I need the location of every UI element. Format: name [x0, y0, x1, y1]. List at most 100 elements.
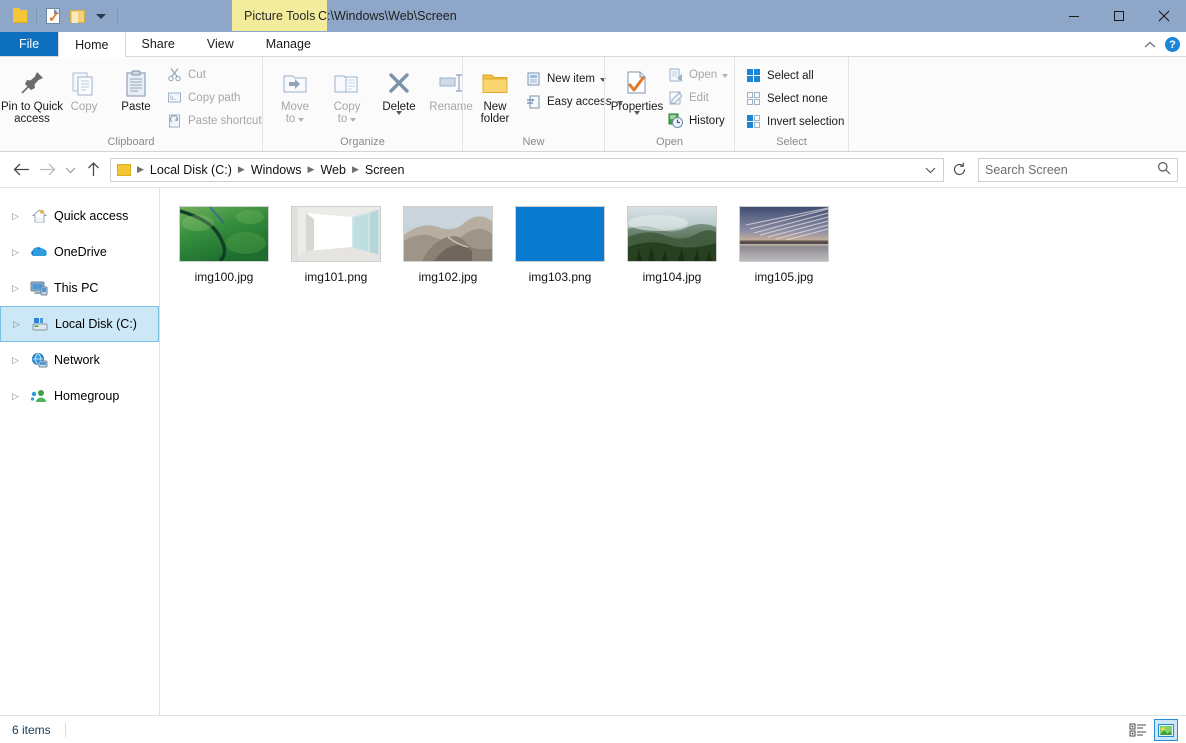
properties-icon[interactable]: ✓ [41, 4, 65, 28]
sidebar-item-this-pc[interactable]: ▷ This PC [0, 270, 159, 306]
expand-chevron-icon[interactable]: ▷ [12, 283, 24, 294]
help-icon[interactable]: ? [1165, 37, 1180, 52]
new-folder-button[interactable]: New folder [469, 62, 521, 127]
scissors-icon [166, 66, 183, 83]
tab-manage[interactable]: Manage [250, 32, 327, 56]
paste-shortcut-label: Paste shortcut [188, 115, 262, 127]
quick-access-toolbar: ✓ [0, 0, 122, 32]
copy-path-button[interactable]: \\.. Copy path [162, 87, 266, 108]
sidebar-label-homegroup: Homegroup [54, 389, 119, 403]
copy-to-button[interactable]: Copy to [321, 62, 373, 127]
move-to-button[interactable]: Move to [269, 62, 321, 127]
paste-shortcut-button[interactable]: Paste shortcut [162, 110, 266, 131]
new-item-icon [525, 70, 542, 87]
tab-share[interactable]: Share [126, 32, 191, 56]
copy-to-dropdown-icon[interactable] [350, 118, 356, 122]
select-none-button[interactable]: Select none [741, 88, 848, 109]
tab-file[interactable]: File [0, 32, 58, 56]
address-input[interactable]: ▶ Local Disk (C:) ▶ Windows ▶ Web ▶ Scre… [110, 158, 944, 182]
sidebar-item-network[interactable]: ▷ Network [0, 342, 159, 378]
sidebar-item-onedrive[interactable]: ▷ OneDrive [0, 234, 159, 270]
copy-to-label-1: Copy [334, 101, 361, 113]
pin-to-quick-access-button[interactable]: Pin to Quick access [6, 62, 58, 127]
history-icon [667, 112, 684, 129]
expand-chevron-icon[interactable]: ▷ [12, 247, 24, 258]
breadcrumb-item-3[interactable]: Screen [361, 163, 409, 177]
breadcrumb-item-0[interactable]: Local Disk (C:) [146, 163, 236, 177]
cloud-icon [30, 243, 48, 261]
up-button[interactable] [80, 157, 106, 183]
file-list-pane[interactable]: img100.jpg [160, 188, 1186, 715]
move-to-dropdown-icon[interactable] [298, 118, 304, 122]
contextual-tab-picture-tools[interactable]: Picture Tools [232, 0, 327, 31]
collapse-ribbon-icon[interactable] [1144, 38, 1156, 52]
sidebar-item-quick-access[interactable]: ▷ Quick access [0, 198, 159, 234]
close-button[interactable] [1141, 0, 1186, 32]
cut-button[interactable]: Cut [162, 64, 266, 85]
back-button[interactable] [8, 157, 34, 183]
file-item-img100[interactable]: img100.jpg [168, 202, 280, 290]
properties-dropdown-icon[interactable] [634, 111, 640, 127]
address-dropdown-icon[interactable] [921, 166, 939, 174]
tab-view[interactable]: View [191, 32, 250, 56]
expand-chevron-icon[interactable]: ▷ [13, 319, 25, 330]
history-button[interactable]: History [663, 110, 732, 131]
delete-dropdown-icon[interactable] [396, 111, 402, 127]
sidebar-item-local-disk-c[interactable]: ▷ Local Disk (C:) [0, 306, 159, 342]
file-item-img105[interactable]: img105.jpg [728, 202, 840, 290]
edit-button[interactable]: Edit [663, 87, 732, 108]
file-item-img103[interactable]: img103.png [504, 202, 616, 290]
breadcrumb-item-1[interactable]: Windows [247, 163, 306, 177]
sidebar-label-local-disk-c: Local Disk (C:) [55, 317, 137, 331]
refresh-button[interactable] [946, 157, 972, 183]
select-none-label: Select none [767, 93, 828, 105]
minimize-button[interactable] [1051, 0, 1096, 32]
expand-chevron-icon[interactable]: ▷ [12, 391, 24, 402]
sidebar-label-onedrive: OneDrive [54, 245, 107, 259]
breadcrumb-item-2[interactable]: Web [316, 163, 349, 177]
star-home-icon [30, 207, 48, 225]
delete-button[interactable]: Delete [373, 62, 425, 129]
thumbnail-aerial-green-river [179, 206, 269, 262]
magnifier-icon[interactable] [1157, 161, 1171, 178]
details-view-icon[interactable] [1126, 719, 1150, 741]
system-menu-folder-icon[interactable] [8, 4, 32, 28]
file-item-img102[interactable]: img102.jpg [392, 202, 504, 290]
copy-icon [69, 64, 99, 98]
file-name: img102.jpg [419, 270, 478, 284]
copy-button[interactable]: Copy [58, 62, 110, 115]
select-all-button[interactable]: Select all [741, 65, 848, 86]
select-all-label: Select all [767, 70, 814, 82]
sidebar-label-network: Network [54, 353, 100, 367]
file-name: img105.jpg [755, 270, 814, 284]
open-button[interactable]: Open [663, 64, 732, 85]
file-item-img101[interactable]: img101.png [280, 202, 392, 290]
expand-chevron-icon[interactable]: ▷ [12, 211, 24, 222]
search-input[interactable]: Search Screen [978, 158, 1178, 182]
properties-button[interactable]: Properties [611, 62, 663, 129]
customize-qat-chevron-icon[interactable] [89, 4, 113, 28]
maximize-button[interactable] [1096, 0, 1141, 32]
tab-share-label: Share [142, 37, 175, 51]
copy-label: Copy [71, 101, 98, 113]
open-dropdown-icon[interactable] [722, 74, 728, 78]
paste-button[interactable]: Paste [110, 62, 162, 115]
copy-to-label-2: to [338, 113, 348, 125]
group-label-new: New [463, 134, 604, 151]
ribbon-group-new: New folder New item [462, 57, 604, 151]
file-item-img104[interactable]: img104.jpg [616, 202, 728, 290]
tab-home[interactable]: Home [58, 32, 125, 57]
expand-chevron-icon[interactable]: ▷ [12, 355, 24, 366]
status-separator [65, 723, 66, 737]
move-to-label-1: Move [281, 101, 309, 113]
tab-view-label: View [207, 37, 234, 51]
select-none-icon [745, 90, 762, 107]
forward-button[interactable] [34, 157, 60, 183]
ribbon: Pin to Quick access Copy [0, 57, 1186, 152]
new-folder-icon[interactable] [65, 4, 89, 28]
breadcrumb-sep-1: ▶ [236, 164, 247, 175]
recent-locations-button[interactable] [60, 157, 80, 183]
sidebar-item-homegroup[interactable]: ▷ Homegroup [0, 378, 159, 414]
thumbnails-view-icon[interactable] [1154, 719, 1178, 741]
invert-selection-button[interactable]: Invert selection [741, 111, 848, 132]
